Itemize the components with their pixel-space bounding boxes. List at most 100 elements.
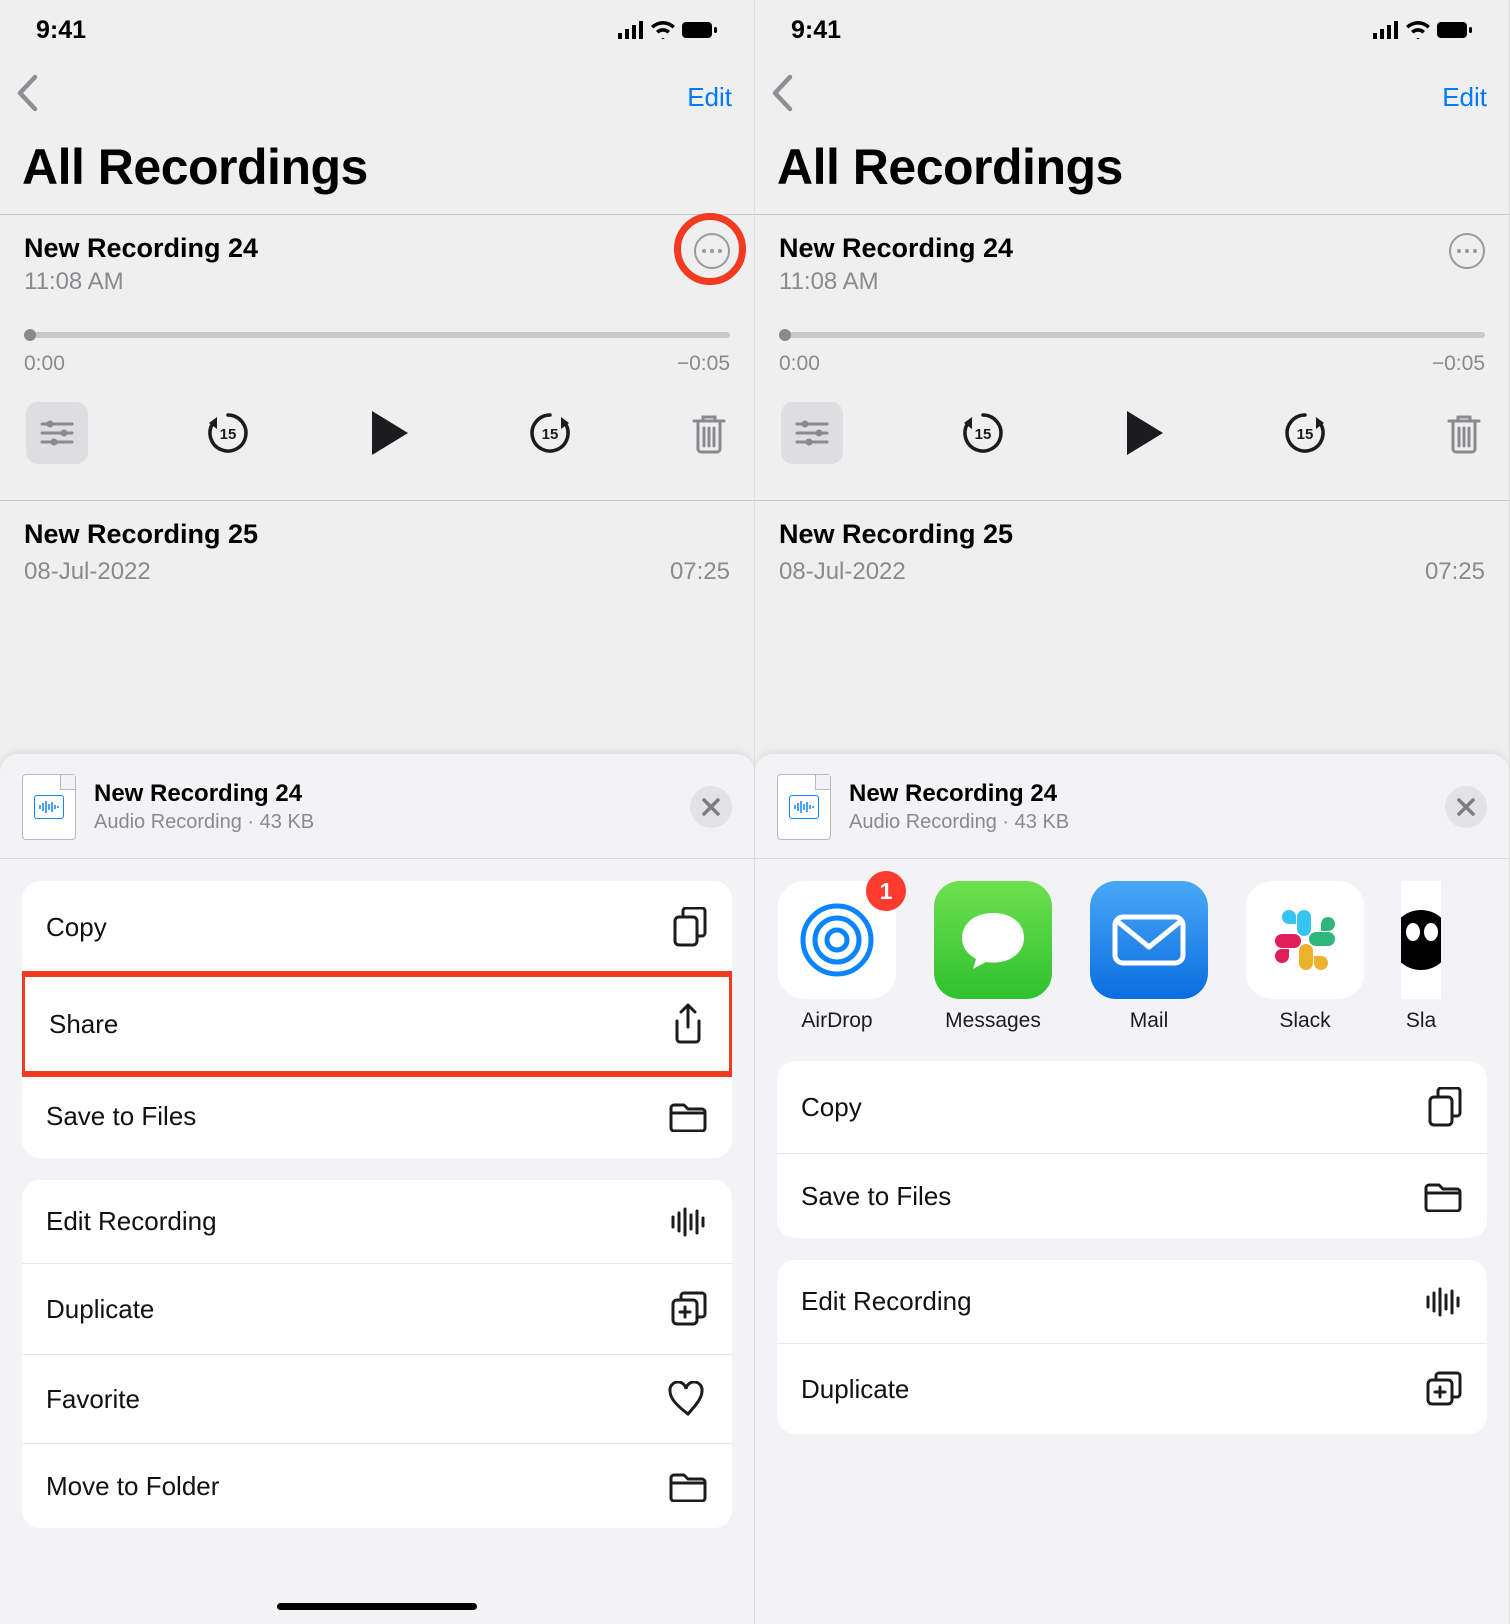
heart-icon [668, 1381, 708, 1417]
svg-text:15: 15 [1297, 426, 1314, 443]
duplicate-icon [1425, 1370, 1463, 1408]
time-remaining: −0:05 [677, 352, 730, 376]
time-remaining: −0:05 [1432, 352, 1485, 376]
playback-options-button[interactable] [26, 402, 88, 464]
copy-icon [672, 907, 708, 947]
playback-options-button[interactable] [781, 402, 843, 464]
time-elapsed: 0:00 [779, 352, 820, 376]
action-duplicate[interactable]: Duplicate [22, 1264, 732, 1355]
svg-text:15: 15 [975, 426, 992, 443]
recording-name: New Recording 25 [24, 519, 730, 550]
recording-list-item[interactable]: New Recording 25 08-Jul-2022 07:25 [755, 500, 1509, 598]
page-title: All Recordings [0, 130, 754, 214]
play-button[interactable] [368, 409, 410, 457]
battery-icon [682, 21, 718, 39]
waveform-icon [670, 1207, 708, 1237]
share-app-extra[interactable]: Sla [1401, 881, 1441, 1033]
svg-text:15: 15 [542, 426, 559, 443]
cellular-icon [618, 21, 644, 39]
action-duplicate[interactable]: Duplicate [777, 1344, 1487, 1434]
more-options-button[interactable] [1449, 233, 1485, 269]
delete-button[interactable] [690, 411, 728, 455]
share-icon [671, 1003, 705, 1045]
recording-date: 08-Jul-2022 [779, 558, 906, 586]
app-label: Messages [945, 1009, 1041, 1033]
action-save-to-files[interactable]: Save to Files [777, 1154, 1487, 1238]
recording-name: New Recording 24 [24, 233, 258, 264]
svg-text:15: 15 [220, 426, 237, 443]
action-group-1: Copy Share Save to Files [22, 881, 732, 1158]
edit-button[interactable]: Edit [1442, 82, 1487, 113]
nav-row: Edit [755, 60, 1509, 130]
duplicate-icon [670, 1290, 708, 1328]
status-bar: 9:41 [0, 0, 754, 60]
app-label: AirDrop [801, 1009, 872, 1033]
status-time: 9:41 [791, 16, 841, 45]
recording-list-item[interactable]: New Recording 25 08-Jul-2022 07:25 [0, 500, 754, 598]
action-copy[interactable]: Copy [22, 881, 732, 974]
phone-right: 9:41 Edit All Recordings New Recording 2… [755, 0, 1510, 1624]
home-indicator[interactable] [277, 1603, 477, 1610]
action-favorite[interactable]: Favorite [22, 1355, 732, 1444]
back-button[interactable] [771, 74, 793, 120]
playback-scrubber[interactable] [779, 332, 1485, 344]
waveform-icon [1425, 1287, 1463, 1317]
sheet-file-title: New Recording 24 [94, 780, 672, 808]
action-group-2: Edit Recording Duplicate Favorite Move t… [22, 1180, 732, 1528]
wifi-icon [1405, 21, 1431, 39]
battery-icon [1437, 21, 1473, 39]
action-group-2: Edit Recording Duplicate [777, 1260, 1487, 1434]
file-thumbnail-icon [777, 774, 831, 840]
delete-button[interactable] [1445, 411, 1483, 455]
action-share[interactable]: Share [22, 971, 732, 1077]
share-sheet: New Recording 24 Audio Recording · 43 KB… [755, 754, 1509, 1624]
recording-name: New Recording 24 [779, 233, 1013, 264]
play-button[interactable] [1123, 409, 1165, 457]
share-app-airdrop[interactable]: 1 AirDrop [777, 881, 897, 1033]
action-save-to-files[interactable]: Save to Files [22, 1074, 732, 1158]
airdrop-badge: 1 [866, 871, 906, 911]
status-time: 9:41 [36, 16, 86, 45]
playback-scrubber[interactable] [24, 332, 730, 344]
share-app-messages[interactable]: Messages [933, 881, 1053, 1033]
recording-name: New Recording 25 [779, 519, 1485, 550]
active-recording: New Recording 24 11:08 AM 0:00 −0:05 15 [755, 215, 1509, 500]
sheet-file-meta: Audio Recording · 43 KB [849, 811, 1427, 834]
skip-forward-15-button[interactable]: 15 [526, 409, 574, 457]
folder-icon [668, 1100, 708, 1132]
wifi-icon [650, 21, 676, 39]
more-options-button[interactable] [694, 233, 730, 269]
skip-back-15-button[interactable]: 15 [204, 409, 252, 457]
skip-forward-15-button[interactable]: 15 [1281, 409, 1329, 457]
sheet-file-title: New Recording 24 [849, 780, 1427, 808]
recording-time: 11:08 AM [779, 268, 1013, 296]
copy-icon [1427, 1087, 1463, 1127]
cellular-icon [1373, 21, 1399, 39]
action-move-to-folder[interactable]: Move to Folder [22, 1444, 732, 1528]
action-edit-recording[interactable]: Edit Recording [22, 1180, 732, 1264]
action-copy[interactable]: Copy [777, 1061, 1487, 1154]
share-app-slack[interactable]: Slack [1245, 881, 1365, 1033]
recording-date: 08-Jul-2022 [24, 558, 151, 586]
highlight-circle [674, 213, 746, 285]
status-bar: 9:41 [755, 0, 1509, 60]
close-sheet-button[interactable] [1445, 786, 1487, 828]
back-button[interactable] [16, 74, 38, 120]
action-group-1: Copy Save to Files [777, 1061, 1487, 1238]
phone-left: 9:41 Edit All Recordings New Recording 2… [0, 0, 755, 1624]
file-thumbnail-icon [22, 774, 76, 840]
close-sheet-button[interactable] [690, 786, 732, 828]
app-label: Mail [1130, 1009, 1169, 1033]
time-elapsed: 0:00 [24, 352, 65, 376]
recording-time: 11:08 AM [24, 268, 258, 296]
skip-back-15-button[interactable]: 15 [959, 409, 1007, 457]
edit-button[interactable]: Edit [687, 82, 732, 113]
action-edit-recording[interactable]: Edit Recording [777, 1260, 1487, 1344]
recording-duration: 07:25 [1425, 558, 1485, 586]
sheet-file-meta: Audio Recording · 43 KB [94, 811, 672, 834]
share-app-mail[interactable]: Mail [1089, 881, 1209, 1033]
share-apps-row[interactable]: 1 AirDrop Messages Mail [755, 859, 1509, 1043]
share-sheet: New Recording 24 Audio Recording · 43 KB… [0, 754, 754, 1624]
active-recording: New Recording 24 11:08 AM 0:00 −0:05 15 [0, 215, 754, 500]
nav-row: Edit [0, 60, 754, 130]
